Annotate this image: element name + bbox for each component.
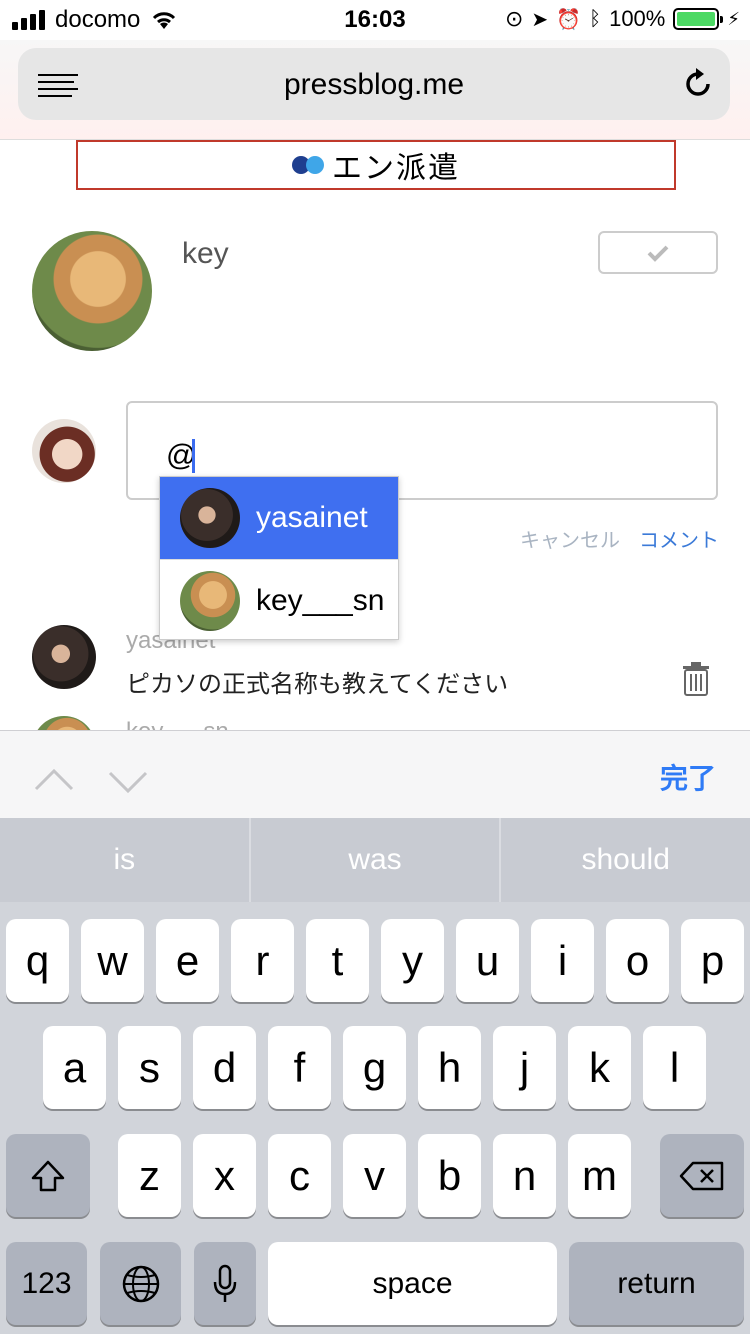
key-e[interactable]: e (156, 919, 219, 1002)
return-key[interactable]: return (569, 1242, 744, 1325)
mention-avatar (180, 570, 240, 631)
shift-icon (31, 1160, 65, 1191)
key-f[interactable]: f (268, 1026, 331, 1109)
key-b[interactable]: b (418, 1134, 481, 1217)
banner-brand: エン派遣 (332, 152, 460, 185)
cancel-button[interactable]: キャンセル (520, 524, 620, 553)
mention-option-yasainet[interactable]: yasainet (160, 477, 398, 559)
comment-submit-button[interactable]: コメント (639, 524, 719, 553)
bluetooth-icon: ᛒ (589, 7, 602, 30)
key-w[interactable]: w (81, 919, 144, 1002)
url-text[interactable]: pressblog.me (18, 68, 730, 102)
key-l[interactable]: l (643, 1026, 706, 1109)
key-c[interactable]: c (268, 1134, 331, 1217)
key-n[interactable]: n (493, 1134, 556, 1217)
key-p[interactable]: p (681, 919, 744, 1002)
post-author-name[interactable]: key (182, 237, 229, 271)
key-v[interactable]: v (343, 1134, 406, 1217)
backspace-icon (679, 1161, 724, 1190)
microphone-icon (213, 1264, 237, 1302)
numbers-key[interactable]: 123 (6, 1242, 87, 1325)
dictation-key[interactable] (194, 1242, 256, 1325)
post-author-avatar[interactable] (32, 231, 152, 351)
key-h[interactable]: h (418, 1026, 481, 1109)
chevron-up-icon[interactable] (34, 761, 74, 801)
key-s[interactable]: s (118, 1026, 181, 1109)
key-a[interactable]: a (43, 1026, 106, 1109)
key-x[interactable]: x (193, 1134, 256, 1217)
mention-avatar (180, 488, 240, 548)
status-right: ⊙ ➤ ⏰ ᛒ 100% ⚡ (505, 6, 740, 32)
key-t[interactable]: t (306, 919, 369, 1002)
text-caret (192, 439, 195, 473)
key-z[interactable]: z (118, 1134, 181, 1217)
status-bar: docomo 16:03 ⊙ ➤ ⏰ ᛒ 100% ⚡ (0, 0, 750, 40)
done-button[interactable]: 完了 (660, 757, 716, 797)
key-j[interactable]: j (493, 1026, 556, 1109)
globe-key[interactable] (100, 1242, 181, 1325)
chevron-down-icon[interactable] (108, 761, 148, 801)
reload-icon[interactable] (680, 66, 716, 102)
mention-option-key-sn[interactable]: key___sn (160, 559, 398, 641)
en-logo-icon (292, 156, 324, 174)
comment-avatar[interactable] (32, 625, 96, 689)
key-y[interactable]: y (381, 919, 444, 1002)
battery-icon (673, 8, 724, 30)
alarm-icon: ⏰ (556, 8, 582, 31)
key-o[interactable]: o (606, 919, 669, 1002)
keyboard: is was should q w e r t y u i o p a s d … (0, 818, 750, 1334)
globe-icon (122, 1265, 159, 1302)
suggestion-was[interactable]: was (248, 818, 500, 902)
checkmark-icon (647, 245, 669, 262)
mention-name: key___sn (256, 583, 385, 617)
battery-percent: 100% (609, 6, 666, 31)
current-user-avatar (32, 419, 96, 483)
ad-banner[interactable]: エン派遣 (76, 140, 676, 190)
suggestion-is[interactable]: is (0, 818, 249, 902)
key-g[interactable]: g (343, 1026, 406, 1109)
delete-key[interactable] (660, 1134, 744, 1217)
rotation-lock-icon: ⊙ (504, 6, 524, 31)
charging-icon: ⚡ (727, 8, 740, 29)
browser-toolbar: pressblog.me (0, 40, 750, 140)
key-m[interactable]: m (568, 1134, 631, 1217)
check-button[interactable] (598, 231, 718, 274)
key-r[interactable]: r (231, 919, 294, 1002)
trash-icon[interactable] (681, 662, 711, 696)
key-k[interactable]: k (568, 1026, 631, 1109)
form-accessory-bar: 完了 (0, 730, 750, 818)
key-q[interactable]: q (6, 919, 69, 1002)
mention-name: yasainet (256, 501, 368, 534)
address-bar[interactable]: pressblog.me (18, 48, 730, 120)
suggestion-should[interactable]: should (499, 818, 750, 902)
key-u[interactable]: u (456, 919, 519, 1002)
key-d[interactable]: d (193, 1026, 256, 1109)
mention-dropdown: yasainet key___sn (159, 476, 399, 640)
shift-key[interactable] (6, 1134, 90, 1217)
location-icon: ➤ (531, 8, 549, 31)
comment-text: ピカソの正式名称も教えてください (126, 671, 509, 698)
predictive-bar: is was should (0, 818, 750, 902)
space-key[interactable]: space (268, 1242, 557, 1325)
key-i[interactable]: i (531, 919, 594, 1002)
